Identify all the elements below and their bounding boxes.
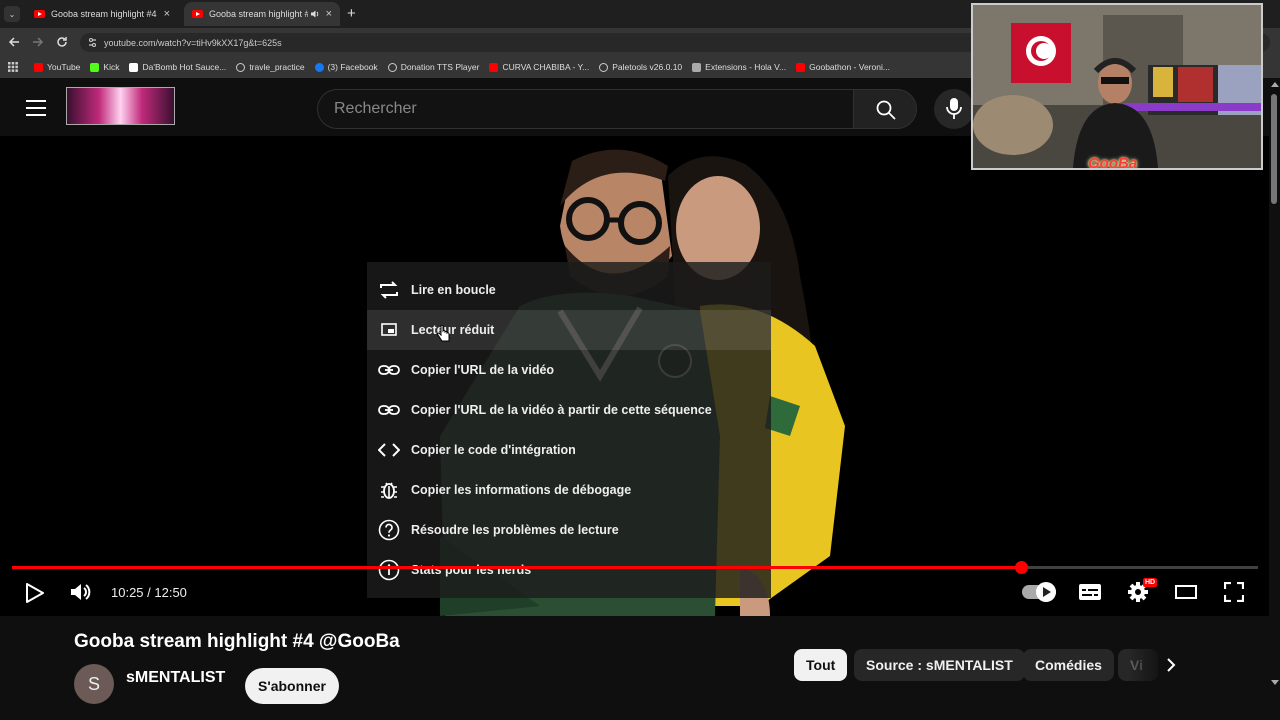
menu-item-copy-url-at-time[interactable]: Copier l'URL de la vidéo à partir de cet… xyxy=(367,390,771,430)
tab-1-label: Gooba stream highlight #4 @G xyxy=(51,9,158,19)
context-menu: Lire en boucle Lecteur réduit Copier l'U… xyxy=(367,262,771,598)
globe-icon xyxy=(599,62,609,72)
menu-item-stats-for-nerds[interactable]: Stats pour les nerds xyxy=(367,550,771,590)
chip-all[interactable]: Tout xyxy=(794,649,848,681)
bookmark-donation-tts[interactable]: Donation TTS Player xyxy=(387,62,479,72)
voice-search-button[interactable] xyxy=(934,89,974,129)
search-placeholder: Rechercher xyxy=(334,100,417,117)
video-player[interactable]: Lire en boucle Lecteur réduit Copier l'U… xyxy=(0,136,1280,616)
miniplayer-icon xyxy=(381,323,397,336)
youtube-icon xyxy=(489,62,499,72)
menu-item-miniplayer[interactable]: Lecteur réduit xyxy=(367,310,771,350)
menu-item-copy-embed-code[interactable]: Copier le code d'intégration xyxy=(367,430,771,470)
search-button[interactable] xyxy=(853,89,917,129)
search-input[interactable]: Rechercher xyxy=(317,89,854,129)
scroll-down-arrow-icon[interactable] xyxy=(1271,680,1279,685)
scrollbar-thumb[interactable] xyxy=(1271,94,1277,204)
reload-icon[interactable] xyxy=(56,36,68,48)
globe-icon xyxy=(236,62,246,72)
search-icon xyxy=(876,100,896,120)
tab-2-close-button[interactable]: × xyxy=(326,8,332,20)
bookmark-travle[interactable]: travle_practice xyxy=(236,62,305,72)
chip-comedies[interactable]: Comédies xyxy=(1023,649,1114,681)
apps-grid-icon[interactable] xyxy=(8,62,18,72)
play-icon[interactable] xyxy=(26,583,44,603)
chevron-down-icon: ⌄ xyxy=(8,9,16,19)
puzzle-icon xyxy=(692,62,702,72)
video-title: Gooba stream highlight #4 @GooBa xyxy=(74,631,400,652)
subtitles-icon[interactable] xyxy=(1078,583,1102,601)
tab-1-close-button[interactable]: × xyxy=(164,8,170,20)
avatar[interactable]: S xyxy=(74,664,114,704)
bookmark-curva-chabiba[interactable]: CURVA CHABIBA - Y... xyxy=(489,62,589,72)
subscribe-label: S'abonner xyxy=(258,678,326,694)
chip-source[interactable]: Source : sMENTALIST xyxy=(854,649,1025,681)
channel-name[interactable]: sMENTALIST xyxy=(126,669,225,687)
tab-1[interactable]: Gooba stream highlight #4 @G × xyxy=(26,2,178,26)
globe-icon xyxy=(387,62,397,72)
chevron-right-icon[interactable] xyxy=(1166,658,1176,672)
webcam-logo: GooBa xyxy=(1088,155,1138,170)
bookmark-dabomb[interactable]: Da'Bomb Hot Sauce... xyxy=(129,62,226,72)
bookmark-goobathon[interactable]: Goobathon - Veroni... xyxy=(796,62,890,72)
time-display: 10:25 / 12:50 xyxy=(111,585,187,600)
forward-arrow-icon[interactable] xyxy=(32,36,44,48)
avatar-letter: S xyxy=(87,674,100,694)
channel-logo[interactable] xyxy=(66,87,175,125)
embed-code-icon xyxy=(378,443,400,457)
youtube-icon xyxy=(34,62,43,72)
subscribe-button[interactable]: S'abonner xyxy=(245,668,339,704)
fullscreen-icon[interactable] xyxy=(1224,582,1244,602)
webcam-overlay: GooBa xyxy=(971,3,1263,170)
scroll-up-arrow-icon[interactable] xyxy=(1271,82,1279,87)
tab-2-label: Gooba stream highlight #4 xyxy=(209,9,308,19)
url-text: youtube.com/watch?v=tiHv9kXX17g&t=625s xyxy=(104,37,282,48)
bookmark-youtube[interactable]: YouTube xyxy=(34,62,80,72)
webcam-image xyxy=(973,5,1261,168)
menu-item-copy-debug-info[interactable]: Copier les informations de débogage xyxy=(367,470,771,510)
site-info-icon[interactable] xyxy=(87,37,98,48)
bookmark-extensions[interactable]: Extensions - Hola V... xyxy=(692,62,786,72)
info-icon xyxy=(378,559,400,581)
play-icon xyxy=(1043,587,1051,597)
theater-mode-icon[interactable] xyxy=(1175,585,1197,599)
youtube-favicon-icon xyxy=(192,10,203,18)
autoplay-toggle[interactable] xyxy=(1022,582,1056,602)
back-arrow-icon[interactable] xyxy=(8,36,20,48)
progress-played xyxy=(12,566,1021,569)
tab-search-button[interactable]: ⌄ xyxy=(4,6,20,22)
loop-icon xyxy=(380,281,398,299)
hand-cursor-icon xyxy=(437,325,450,342)
kick-icon xyxy=(90,62,100,72)
link-icon xyxy=(378,365,400,375)
facebook-icon xyxy=(314,62,324,72)
progress-scrubber[interactable] xyxy=(1015,561,1028,574)
link-icon xyxy=(378,405,400,415)
chips-fade xyxy=(1128,645,1168,685)
page-scrollbar[interactable] xyxy=(1269,78,1280,690)
volume-icon[interactable] xyxy=(70,582,92,602)
menu-item-loop[interactable]: Lire en boucle xyxy=(367,270,771,310)
youtube-icon xyxy=(796,62,806,72)
bookmark-kick[interactable]: Kick xyxy=(90,62,119,72)
hd-badge: HD xyxy=(1143,578,1158,587)
new-tab-button[interactable]: + xyxy=(347,5,356,22)
help-icon xyxy=(378,519,400,541)
hamburger-menu-icon[interactable] xyxy=(26,99,46,117)
menu-item-troubleshoot-playback[interactable]: Résoudre les problèmes de lecture xyxy=(367,510,771,550)
tab-2[interactable]: Gooba stream highlight #4 × xyxy=(184,2,340,26)
bookmark-facebook[interactable]: (3) Facebook xyxy=(314,62,378,72)
bookmark-paletools[interactable]: Paletools v26.0.10 xyxy=(599,62,682,72)
youtube-favicon-icon xyxy=(34,10,45,18)
debug-icon xyxy=(381,482,397,499)
microphone-icon xyxy=(946,98,962,119)
dabomb-icon xyxy=(129,62,139,72)
speaker-icon[interactable] xyxy=(310,9,320,19)
menu-item-copy-url[interactable]: Copier l'URL de la vidéo xyxy=(367,350,771,390)
